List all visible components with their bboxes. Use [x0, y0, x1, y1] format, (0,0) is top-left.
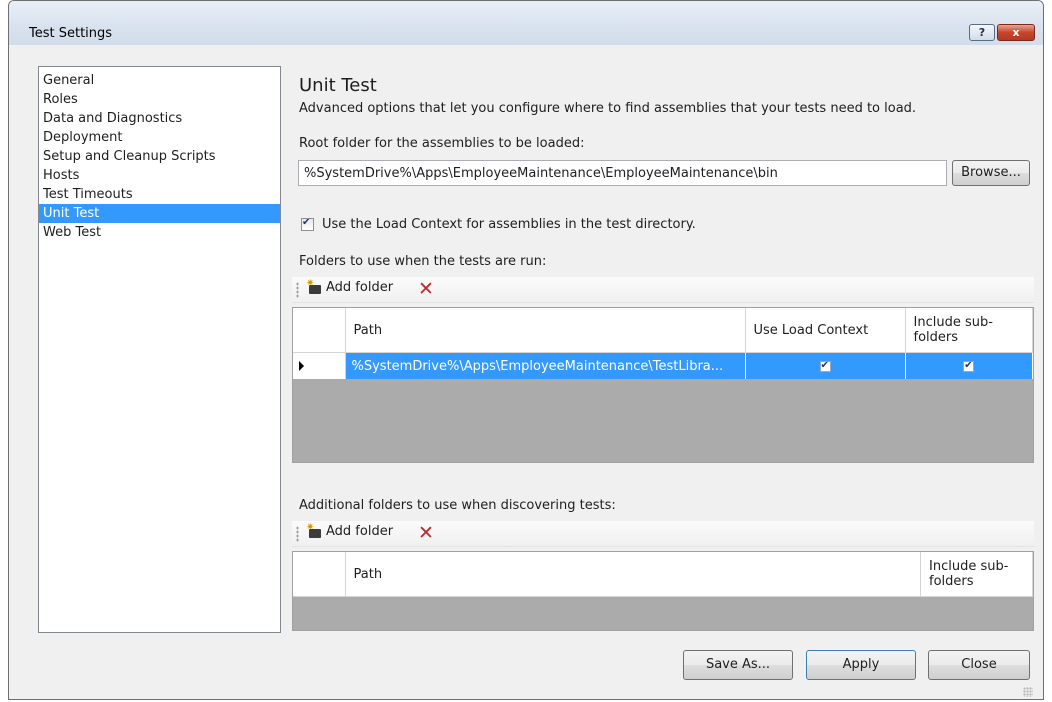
add-folder-label: Add folder	[326, 524, 394, 539]
column-header-path[interactable]: Path	[345, 552, 921, 597]
close-window-button[interactable]: x	[997, 24, 1035, 41]
discover-folders-toolbar: ✷ Add folder ✕	[292, 521, 1034, 547]
nav-item-test-timeouts[interactable]: Test Timeouts	[39, 185, 280, 204]
toolbar-grip-icon[interactable]	[296, 526, 299, 542]
page-title: Unit Test	[299, 75, 377, 96]
column-header-include-subfolders[interactable]: Include sub-folders	[920, 552, 1033, 597]
checkmark-icon: ✔	[820, 359, 829, 371]
resize-grip-icon[interactable]	[1023, 687, 1033, 697]
run-folders-grid: Path Use Load Context Include sub-folder…	[292, 307, 1034, 463]
column-header-use-load-context[interactable]: Use Load Context	[745, 308, 906, 353]
nav-item-roles[interactable]: Roles	[39, 90, 280, 109]
grid-corner-header	[293, 308, 346, 353]
row-arrow-icon	[299, 361, 304, 371]
run-folders-label: Folders to use when the tests are run:	[299, 254, 547, 269]
row-include-subfolders-cell[interactable]: ✔	[905, 352, 1033, 379]
add-folder-button[interactable]: ✷ Add folder	[306, 278, 394, 296]
nav-item-hosts[interactable]: Hosts	[39, 166, 280, 185]
apply-button[interactable]: Apply	[806, 650, 916, 680]
browse-button[interactable]: Browse...	[952, 160, 1030, 186]
save-as-button[interactable]: Save As...	[683, 650, 793, 680]
add-folder-icon: ✷	[306, 278, 322, 295]
nav-item-setup-and-cleanup-scripts[interactable]: Setup and Cleanup Scripts	[39, 147, 280, 166]
help-button[interactable]: ?	[969, 24, 995, 41]
nav-item-deployment[interactable]: Deployment	[39, 128, 280, 147]
dialog-content: General Roles Data and Diagnostics Deplo…	[17, 45, 1035, 699]
test-settings-window: Test Settings ? x General Roles Data and…	[8, 0, 1044, 700]
use-load-context-checkbox[interactable]: ✔	[819, 359, 831, 372]
checkmark-icon: ✔	[964, 359, 973, 371]
settings-nav-list: General Roles Data and Diagnostics Deplo…	[38, 66, 281, 633]
title-bar: Test Settings ? x	[9, 1, 1043, 45]
root-folder-input[interactable]	[298, 160, 947, 186]
discover-folders-label: Additional folders to use when discoveri…	[299, 498, 616, 513]
window-title: Test Settings	[29, 26, 113, 41]
add-folder-icon: ✷	[306, 522, 322, 539]
run-folders-toolbar: ✷ Add folder ✕	[292, 277, 1034, 303]
grid-corner-header	[293, 552, 346, 597]
checkmark-icon: ✔	[302, 217, 311, 228]
nav-item-data-and-diagnostics[interactable]: Data and Diagnostics	[39, 109, 280, 128]
column-header-include-subfolders[interactable]: Include sub-folders	[905, 308, 1033, 353]
add-discover-folder-button[interactable]: ✷ Add folder	[306, 522, 394, 540]
delete-x-icon[interactable]: ✕	[418, 278, 434, 300]
discover-folders-grid: Path Include sub-folders	[292, 551, 1034, 631]
nav-item-web-test[interactable]: Web Test	[39, 223, 280, 242]
page-description: Advanced options that let you configure …	[299, 101, 917, 116]
column-header-path[interactable]: Path	[345, 308, 746, 353]
include-subfolders-checkbox[interactable]: ✔	[963, 359, 975, 372]
load-context-option[interactable]: ✔ Use the Load Context for assemblies in …	[301, 217, 696, 232]
close-button[interactable]: Close	[928, 650, 1030, 680]
delete-x-icon[interactable]: ✕	[418, 522, 434, 544]
row-use-load-context-cell[interactable]: ✔	[745, 352, 906, 379]
row-path-cell[interactable]: %SystemDrive%\Apps\EmployeeMaintenance\T…	[345, 352, 746, 379]
nav-item-unit-test[interactable]: Unit Test	[39, 204, 280, 223]
add-folder-label: Add folder	[326, 280, 394, 295]
row-selector[interactable]	[293, 352, 346, 379]
table-row[interactable]: %SystemDrive%\Apps\EmployeeMaintenance\T…	[293, 352, 1033, 379]
toolbar-grip-icon[interactable]	[296, 282, 299, 298]
load-context-label: Use the Load Context for assemblies in t…	[322, 217, 696, 232]
load-context-checkbox[interactable]: ✔	[301, 217, 314, 231]
root-folder-label: Root folder for the assemblies to be loa…	[299, 136, 585, 151]
nav-item-general[interactable]: General	[39, 71, 280, 90]
